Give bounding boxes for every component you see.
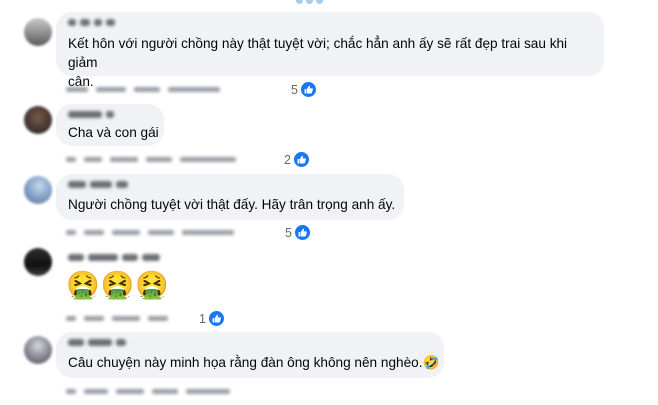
like-icon [293, 224, 311, 241]
avatar[interactable] [24, 336, 52, 364]
comment-actions[interactable] [66, 386, 230, 396]
like-count-number: 2 [284, 152, 291, 167]
comment-actions[interactable] [66, 154, 236, 164]
comment-text: Người chồng tuyệt vời thật đấy. Hãy trân… [68, 195, 395, 214]
like-count-number: 5 [291, 82, 298, 97]
avatar[interactable] [24, 176, 52, 204]
comment-actions[interactable] [66, 313, 168, 323]
comment-text-line: Người chồng tuyệt vời thật đấy. Hãy trân… [68, 197, 396, 212]
like-icon [299, 81, 317, 98]
comment-bubble: Câu chuyện này minh họa rằng đàn ông khô… [56, 332, 444, 378]
comment-bubble: Người chồng tuyệt vời thật đấy. Hãy trân… [56, 174, 404, 220]
comment-actions[interactable] [66, 84, 220, 94]
comment-text-line: Kết hôn với người chồng này thật tuyệt v… [68, 36, 568, 70]
avatar[interactable] [24, 18, 52, 46]
like-icon [207, 310, 225, 327]
commenter-name[interactable] [68, 252, 160, 262]
comment-text: Cha và con gái [68, 123, 159, 142]
commenter-name[interactable] [68, 17, 115, 27]
top-reaction-remnant [296, 0, 323, 4]
like-count[interactable]: 5 [291, 81, 317, 98]
commenter-name[interactable] [68, 109, 114, 119]
like-icon [292, 151, 310, 168]
avatar[interactable] [24, 106, 52, 134]
comment-text-line: Câu chuyện này minh họa rằng đàn ông khô… [68, 355, 440, 370]
emoji-text: 🤮🤮🤮 [66, 270, 170, 300]
emoji-reaction: 🤮🤮🤮 [66, 270, 170, 300]
commenter-name[interactable] [68, 337, 126, 347]
comment-bubble: Kết hôn với người chồng này thật tuyệt v… [56, 12, 604, 89]
comment-text: Kết hôn với người chồng này thật tuyệt v… [68, 34, 596, 91]
like-count-number: 1 [199, 311, 206, 326]
comment-bubble: Cha và con gái [56, 104, 164, 146]
like-count[interactable]: 1 [199, 310, 225, 327]
avatar[interactable] [24, 248, 52, 276]
comment-text: Câu chuyện này minh họa rằng đàn ông khô… [68, 353, 439, 372]
commenter-name[interactable] [68, 179, 128, 189]
like-count[interactable]: 5 [285, 224, 311, 241]
like-count-number: 5 [285, 225, 292, 240]
comment-actions[interactable] [66, 227, 234, 237]
comment-text-line: Cha và con gái [68, 125, 159, 140]
like-count[interactable]: 2 [284, 151, 310, 168]
